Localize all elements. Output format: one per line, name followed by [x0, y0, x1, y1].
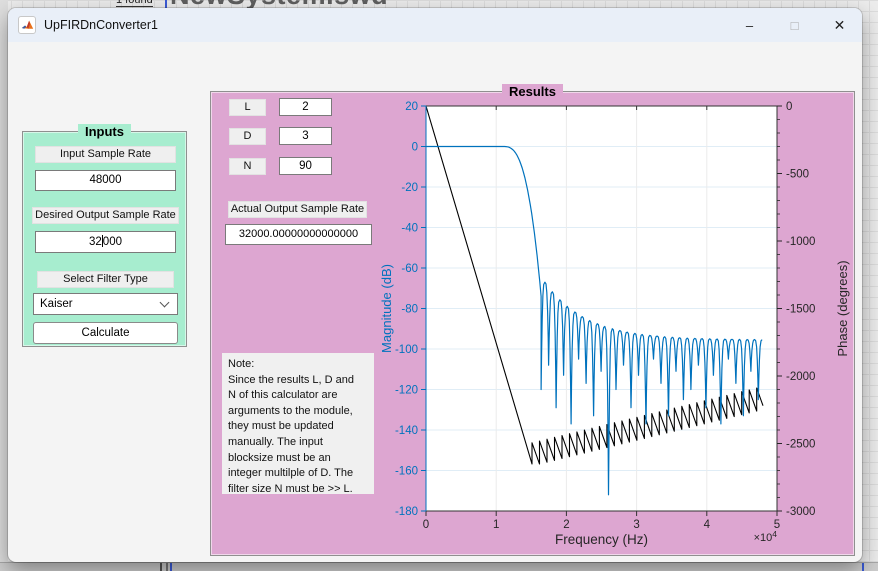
svg-text:0: 0 [786, 101, 792, 113]
svg-text:-120: -120 [395, 385, 418, 397]
matlab-app-icon [18, 16, 36, 34]
background-tick-mark [160, 563, 162, 571]
minimize-button[interactable]: – [727, 8, 772, 42]
window-titlebar[interactable]: UpFIRDnConverter1 – □ ✕ [8, 8, 862, 42]
window-title: UpFIRDnConverter1 [44, 18, 158, 32]
input-sample-rate-field[interactable]: 48000 [35, 170, 176, 191]
filter-response-plot[interactable]: 012345200-20-40-60-80-100-120-140-160-18… [211, 92, 856, 557]
svg-text:20: 20 [405, 101, 418, 113]
filter-type-selected-value: Kaiser [40, 298, 73, 310]
maximize-button[interactable]: □ [772, 8, 817, 42]
desired-output-value-right: 000 [103, 236, 122, 248]
desired-output-rate-field[interactable]: 32000 [35, 231, 176, 253]
upfirdn-converter-window: UpFIRDnConverter1 – □ ✕ Inputs Input Sam… [8, 8, 862, 562]
svg-text:-3000: -3000 [786, 506, 815, 518]
background-tick-mark [166, 563, 168, 571]
background-cursor-mark [862, 563, 864, 571]
svg-text:1: 1 [493, 519, 499, 531]
svg-text:-100: -100 [395, 344, 418, 356]
svg-text:Magnitude (dB): Magnitude (dB) [379, 264, 394, 353]
window-controls: – □ ✕ [727, 8, 862, 42]
background-left-strip [0, 0, 8, 571]
calculate-button[interactable]: Calculate [33, 322, 178, 344]
svg-text:-160: -160 [395, 466, 418, 478]
results-panel: Results L 2 D 3 N 90 Actual Output Sampl… [210, 91, 855, 556]
svg-text:Frequency (Hz): Frequency (Hz) [555, 532, 648, 547]
svg-text:-2500: -2500 [786, 439, 815, 451]
background-cursor-mark [170, 563, 172, 571]
svg-text:0: 0 [423, 519, 429, 531]
close-button[interactable]: ✕ [817, 8, 862, 42]
inputs-panel: Inputs Input Sample Rate 48000 Desired O… [22, 131, 187, 347]
svg-text:-500: -500 [786, 169, 809, 181]
svg-text:-1000: -1000 [786, 236, 815, 248]
window-body: Inputs Input Sample Rate 48000 Desired O… [8, 42, 862, 562]
svg-text:-80: -80 [401, 304, 418, 316]
svg-text:-1500: -1500 [786, 304, 815, 316]
chevron-down-icon [160, 298, 170, 308]
svg-text:0: 0 [412, 142, 418, 154]
background-bottom-bar [0, 562, 878, 571]
svg-text:-180: -180 [395, 506, 418, 518]
background-cursor-divider [165, 0, 167, 8]
desired-output-rate-label: Desired Output Sample Rate [32, 207, 179, 224]
inputs-panel-title: Inputs [23, 123, 186, 140]
filter-type-label: Select Filter Type [37, 271, 174, 288]
filter-type-dropdown[interactable]: Kaiser [33, 293, 178, 315]
svg-text:×104: ×104 [754, 529, 778, 544]
svg-text:3: 3 [633, 519, 639, 531]
desired-output-value-left: 32 [89, 236, 102, 248]
svg-text:-20: -20 [401, 182, 418, 194]
svg-text:Phase (degrees): Phase (degrees) [835, 260, 850, 356]
svg-text:2: 2 [563, 519, 569, 531]
svg-text:-60: -60 [401, 263, 418, 275]
svg-text:4: 4 [704, 519, 711, 531]
svg-text:-140: -140 [395, 425, 418, 437]
svg-text:-40: -40 [401, 223, 418, 235]
background-search-result: 1 found [116, 0, 153, 7]
input-sample-rate-label: Input Sample Rate [35, 146, 176, 163]
svg-text:-2000: -2000 [786, 371, 815, 383]
